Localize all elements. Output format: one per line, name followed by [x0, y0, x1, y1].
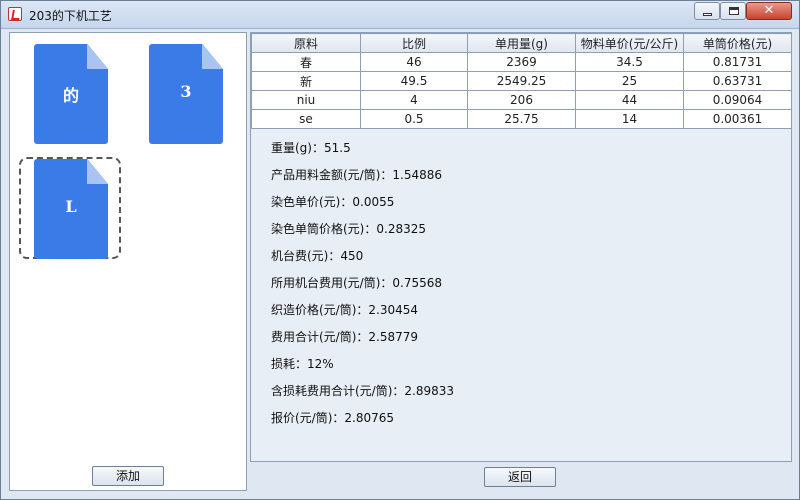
column-header[interactable]: 单用量(g)	[467, 33, 576, 53]
table-cell: 25.75	[467, 109, 576, 129]
info-total-cost: 费用合计(元/筒)：2.58779	[271, 330, 419, 344]
table-cell: 0.63731	[683, 71, 792, 91]
info-quote: 报价(元/筒)：2.80765	[271, 411, 395, 425]
close-icon: ✕	[763, 3, 775, 18]
table-header-row: 原料 比例 单用量(g) 物料单价(元/公斤) 单筒价格(元)	[251, 33, 792, 53]
table-row[interactable]: 新 49.5 2549.25 25 0.63731	[251, 71, 792, 91]
add-button[interactable]: 添加	[92, 466, 164, 486]
info-dye-per-tube: 染色单筒价格(元)：0.28325	[271, 222, 426, 236]
file-item-0[interactable]: 的	[34, 44, 108, 144]
table-row[interactable]: niu 4 206 44 0.09064	[251, 90, 792, 110]
table-cell: 44	[575, 90, 684, 110]
file-list-panel: 的 3 L	[9, 32, 247, 491]
table-cell: 14	[575, 109, 684, 129]
table-cell: 新	[251, 71, 361, 91]
info-machine-cost-per-tube: 所用机台费用(元/筒)：0.75568	[271, 276, 443, 290]
table-cell: 25	[575, 71, 684, 91]
file-label: 3	[180, 82, 192, 101]
info-total-with-loss: 含损耗费用合计(元/筒)：2.89833	[271, 384, 455, 398]
table-cell: 0.00361	[683, 109, 792, 129]
table-cell: 0.5	[360, 109, 468, 129]
table-row[interactable]: 春 46 2369 34.5 0.81731	[251, 52, 792, 72]
app-window: 203的下机工艺 ✕ 的 3 L 添加 原料 比例 单用量(g) 物料单价(元/…	[0, 0, 800, 500]
minimize-icon	[703, 13, 712, 16]
detail-panel: 原料 比例 单用量(g) 物料单价(元/公斤) 单筒价格(元) 春 46 236…	[250, 32, 792, 462]
column-header[interactable]: 单筒价格(元)	[683, 33, 792, 53]
back-button[interactable]: 返回	[484, 467, 556, 487]
maximize-button[interactable]	[720, 2, 746, 20]
java-app-icon	[8, 7, 22, 21]
material-table: 原料 比例 单用量(g) 物料单价(元/公斤) 单筒价格(元) 春 46 236…	[251, 33, 792, 129]
file-item-1[interactable]: 3	[149, 44, 223, 144]
info-weaving-price: 织造价格(元/筒)：2.30454	[271, 303, 419, 317]
column-header[interactable]: 原料	[251, 33, 361, 53]
minimize-button[interactable]	[694, 2, 720, 20]
info-loss-rate: 损耗：12%	[271, 357, 334, 371]
info-material-cost: 产品用料金额(元/筒)：1.54886	[271, 168, 443, 182]
table-cell: 春	[251, 52, 361, 72]
table-cell: 2369	[467, 52, 576, 72]
table-cell: 206	[467, 90, 576, 110]
maximize-icon	[729, 7, 739, 15]
info-weight: 重量(g)：51.5	[271, 141, 351, 155]
close-button[interactable]: ✕	[746, 2, 792, 20]
table-cell: 49.5	[360, 71, 468, 91]
table-cell: 34.5	[575, 52, 684, 72]
info-dye-unit-price: 染色单价(元)：0.0055	[271, 195, 395, 209]
window-title: 203的下机工艺	[29, 9, 112, 23]
table-cell: 46	[360, 52, 468, 72]
table-cell: 2549.25	[467, 71, 576, 91]
info-machine-fee: 机台费(元)：450	[271, 249, 364, 263]
file-label: 的	[62, 86, 79, 105]
title-bar[interactable]: 203的下机工艺 ✕	[1, 1, 799, 29]
table-row[interactable]: se 0.5 25.75 14 0.00361	[251, 109, 792, 129]
table-cell: 0.09064	[683, 90, 792, 110]
table-cell: se	[251, 109, 361, 129]
table-cell: niu	[251, 90, 361, 110]
file-label: L	[65, 197, 77, 216]
table-cell: 0.81731	[683, 52, 792, 72]
column-header[interactable]: 比例	[360, 33, 468, 53]
column-header[interactable]: 物料单价(元/公斤)	[575, 33, 684, 53]
file-item-2[interactable]: L	[19, 157, 121, 259]
table-cell: 4	[360, 90, 468, 110]
